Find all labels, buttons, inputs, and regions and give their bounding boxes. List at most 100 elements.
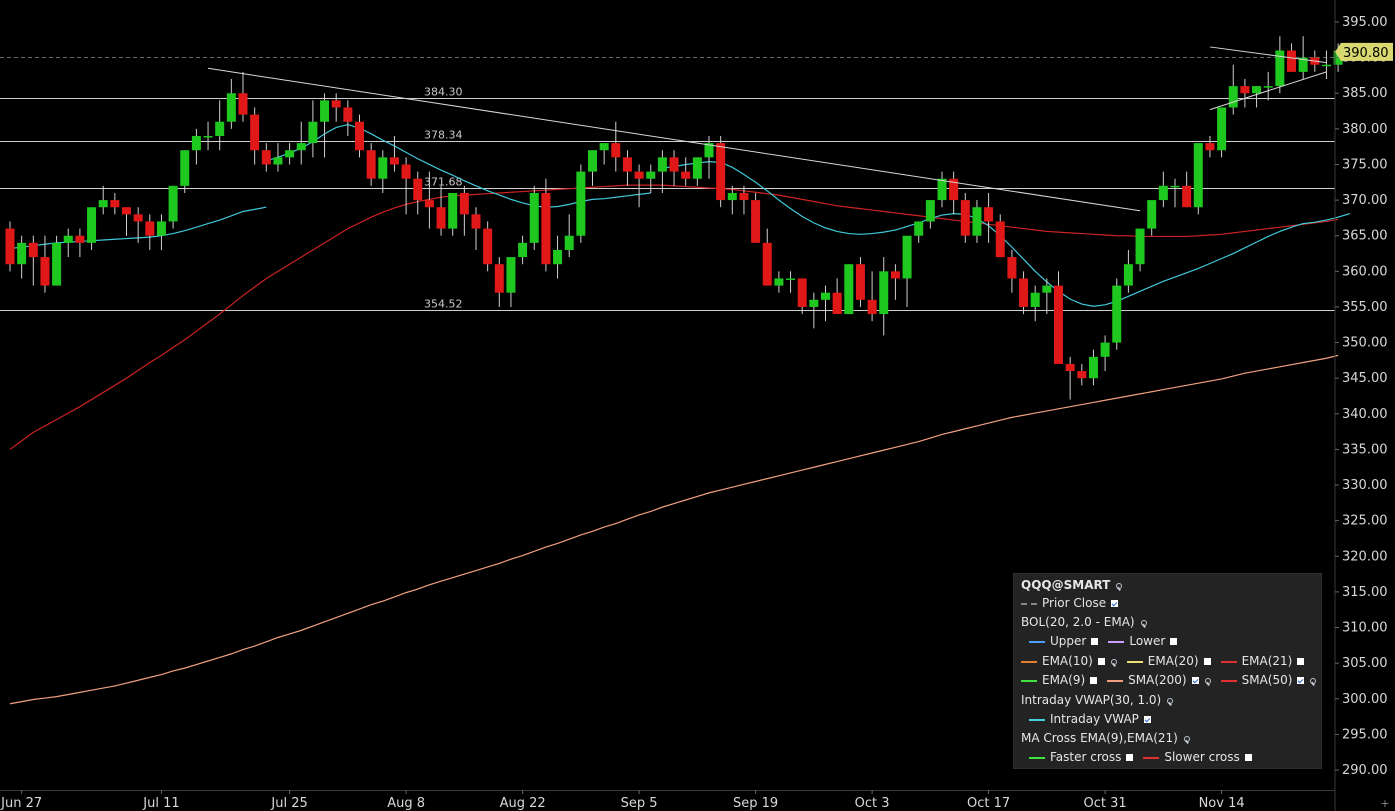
x-tick-label: Aug 8 bbox=[387, 796, 425, 811]
candle-body bbox=[937, 178, 947, 201]
sma50-swatch bbox=[1220, 679, 1237, 682]
candle-body bbox=[1135, 228, 1145, 265]
legend-sma200: SMA(200) bbox=[1128, 673, 1187, 687]
ema21-checkbox[interactable] bbox=[1297, 658, 1305, 665]
legend-sma200-item: SMA(200) bbox=[1107, 671, 1211, 690]
wrench-icon[interactable] bbox=[1182, 735, 1190, 743]
legend-prior-close: Prior Close bbox=[1042, 596, 1107, 610]
last-price-label: 390.80 bbox=[1343, 46, 1389, 61]
candle-body bbox=[1193, 143, 1203, 208]
candle-body bbox=[1077, 371, 1087, 379]
slower-checkbox[interactable] bbox=[1244, 754, 1252, 761]
candle-body bbox=[786, 278, 796, 280]
legend-ema10: EMA(10) bbox=[1042, 654, 1093, 668]
candle-body bbox=[1287, 50, 1296, 72]
candlesticks bbox=[5, 36, 1343, 400]
candle-body bbox=[1170, 185, 1180, 188]
legend-sma50: SMA(50) bbox=[1241, 673, 1293, 687]
candle-body bbox=[890, 271, 900, 279]
y-tick-label: 305.00 bbox=[1342, 656, 1388, 671]
candle-body bbox=[774, 278, 784, 286]
legend-ema9: EMA(9) bbox=[1042, 673, 1086, 687]
y-tick-label: 365.00 bbox=[1342, 229, 1388, 244]
trendline[interactable] bbox=[207, 67, 1141, 212]
candle-body bbox=[1147, 200, 1157, 229]
wrench-icon[interactable] bbox=[1114, 582, 1123, 590]
wrench-icon[interactable] bbox=[1139, 619, 1147, 627]
legend-upper-item: Upper bbox=[1029, 632, 1099, 651]
x-tick-label: Sep 5 bbox=[621, 796, 658, 811]
legend-macross: MA Cross EMA(9),EMA(21) bbox=[1021, 731, 1178, 745]
wrench-icon[interactable] bbox=[1165, 697, 1174, 705]
trendline[interactable] bbox=[1209, 46, 1327, 64]
candle-body bbox=[250, 114, 260, 151]
candle-body bbox=[471, 214, 481, 229]
faster-swatch bbox=[1029, 756, 1045, 759]
prior-close-checkbox[interactable] bbox=[1111, 600, 1119, 607]
candle-body bbox=[506, 257, 516, 293]
ema20-checkbox[interactable] bbox=[1203, 658, 1211, 665]
candle-body bbox=[832, 292, 842, 315]
sma200-checkbox[interactable] bbox=[1191, 677, 1199, 684]
candle-body bbox=[63, 235, 73, 243]
ema9-checkbox[interactable] bbox=[1090, 677, 1098, 684]
x-tick-label: Nov 14 bbox=[1199, 796, 1245, 811]
sma50-checkbox[interactable] bbox=[1297, 677, 1305, 684]
x-tick-label: Oct 31 bbox=[1084, 796, 1127, 811]
candle-body bbox=[436, 207, 446, 229]
candle-body bbox=[972, 207, 982, 236]
y-tick-label: 370.00 bbox=[1342, 193, 1388, 208]
legend-faster: Faster cross bbox=[1050, 750, 1122, 764]
ema10-swatch bbox=[1021, 660, 1037, 663]
wrench-icon[interactable] bbox=[1308, 677, 1317, 685]
candle-body bbox=[1112, 285, 1122, 343]
candle-body bbox=[168, 185, 178, 222]
ema21-swatch bbox=[1220, 660, 1237, 663]
candle-body bbox=[1065, 363, 1075, 372]
x-tick-label: Jul 25 bbox=[270, 796, 307, 811]
x-tick-label: Jul 11 bbox=[142, 796, 179, 811]
candle-body bbox=[611, 143, 621, 158]
x-tick-label: Sep 19 bbox=[733, 796, 778, 811]
candle-body bbox=[855, 264, 865, 300]
candle-body bbox=[1054, 285, 1063, 364]
candle-body bbox=[925, 200, 935, 222]
level-label: 384.30 bbox=[424, 86, 463, 99]
candle-body bbox=[681, 171, 691, 179]
chart-legend[interactable]: QQQ@SMART Prior Close BOL(20, 2.0 - EMA)… bbox=[1013, 573, 1322, 769]
candle-body bbox=[1321, 64, 1331, 67]
candle-body bbox=[98, 200, 108, 208]
vwap-checkbox[interactable] bbox=[1143, 716, 1151, 723]
y-tick-label: 325.00 bbox=[1342, 514, 1388, 529]
candle-body bbox=[622, 157, 632, 172]
candle-body bbox=[308, 121, 318, 144]
candle-body bbox=[960, 200, 970, 236]
wrench-icon[interactable] bbox=[1203, 677, 1211, 685]
level-label: 354.52 bbox=[424, 298, 463, 311]
candle-body bbox=[145, 221, 155, 236]
candle-body bbox=[28, 242, 38, 258]
upper-checkbox[interactable] bbox=[1091, 638, 1099, 645]
faster-checkbox[interactable] bbox=[1126, 754, 1134, 761]
candle-body bbox=[331, 100, 341, 108]
level-label: 378.34 bbox=[424, 129, 463, 142]
y-axis[interactable]: 395.00390.00385.00380.00375.00370.00365.… bbox=[1335, 15, 1393, 778]
legend-slower-item: Slower cross bbox=[1143, 748, 1252, 767]
legend-ema-row-1: EMA(10) EMA(20) EMA(21) bbox=[1021, 652, 1314, 671]
candle-body bbox=[599, 143, 609, 151]
slower-swatch bbox=[1143, 756, 1160, 759]
lower-checkbox[interactable] bbox=[1170, 638, 1178, 645]
ema10-checkbox[interactable] bbox=[1097, 658, 1105, 665]
candle-body bbox=[1182, 185, 1192, 208]
candle-body bbox=[1100, 342, 1110, 357]
crosshair-icon[interactable]: + bbox=[1380, 797, 1389, 810]
legend-faster-item: Faster cross bbox=[1029, 748, 1134, 767]
legend-symbol-row: QQQ@SMART bbox=[1021, 576, 1123, 595]
candle-body bbox=[389, 157, 399, 165]
wrench-icon[interactable] bbox=[1109, 658, 1117, 666]
candle-body bbox=[87, 207, 97, 243]
candle-body bbox=[343, 107, 353, 122]
y-tick-label: 300.00 bbox=[1342, 692, 1388, 707]
candle-body bbox=[797, 278, 807, 307]
x-axis[interactable]: Jun 27 Jul 11 Jul 25 Aug 8 Aug 22 Sep 5 Sep 19… bbox=[0, 790, 1390, 811]
